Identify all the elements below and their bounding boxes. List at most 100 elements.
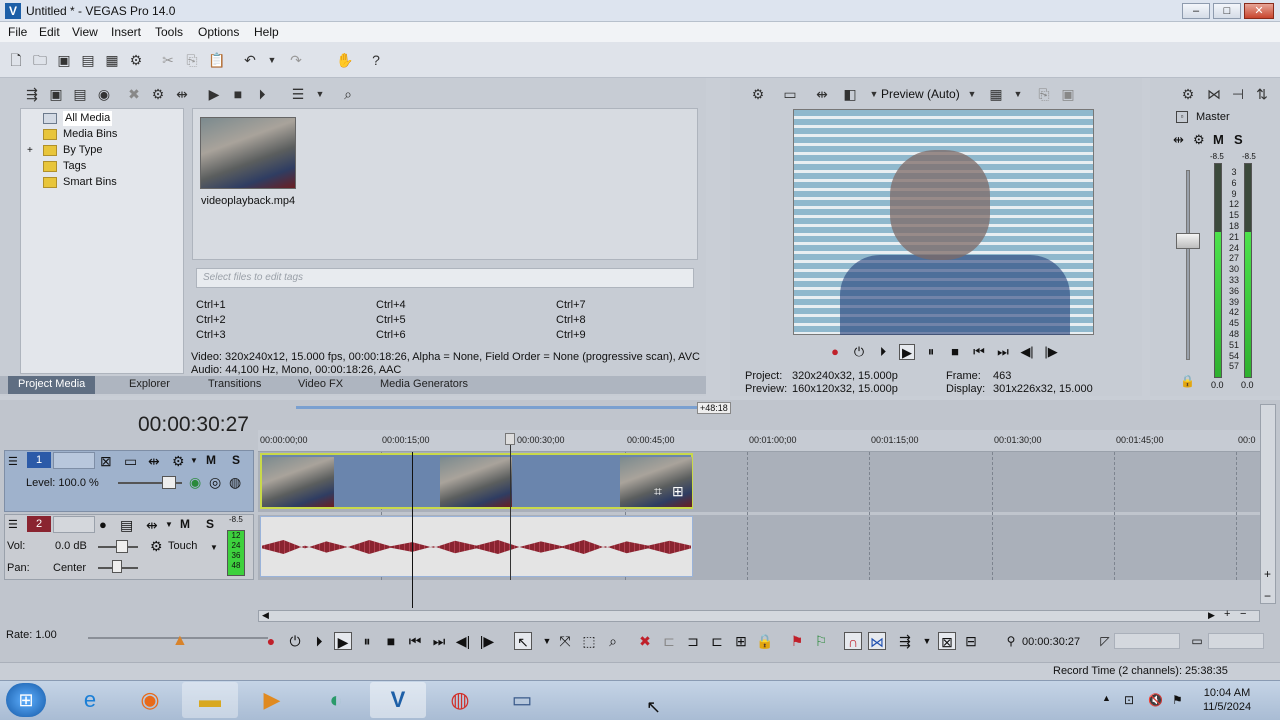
- snapping-icon[interactable]: ∩: [844, 632, 862, 650]
- insert-region-icon[interactable]: ⚐: [812, 632, 830, 650]
- master-mute-button[interactable]: M: [1213, 132, 1224, 147]
- whats-this-help-icon[interactable]: ?: [368, 52, 384, 68]
- go-to-end-icon[interactable]: ⏭: [430, 632, 448, 650]
- automation-mode[interactable]: Touch: [168, 540, 197, 552]
- firefox-icon[interactable]: ◉: [122, 682, 178, 718]
- split-screen-icon[interactable]: ⇹: [814, 86, 830, 102]
- preview-quality-dropdown-icon[interactable]: ▼: [964, 86, 980, 102]
- next-frame-icon[interactable]: |▶: [478, 632, 496, 650]
- network-icon[interactable]: ⊡: [1124, 693, 1134, 707]
- menu-insert[interactable]: Insert: [111, 25, 141, 39]
- master-properties-gear-icon[interactable]: ⚙: [1180, 86, 1196, 102]
- envelope-tool-icon[interactable]: ⤧: [556, 632, 574, 650]
- import-media-icon[interactable]: ⇶: [24, 86, 40, 102]
- save-as-icon[interactable]: ▤: [80, 52, 96, 68]
- chrome-icon[interactable]: ◍: [432, 682, 488, 718]
- master-fx-chain-icon[interactable]: ⇹: [1173, 132, 1184, 148]
- render-icon[interactable]: ▦: [104, 52, 120, 68]
- show-hidden-icons-icon[interactable]: ▲: [1102, 693, 1111, 703]
- vol-slider-knob[interactable]: [116, 540, 128, 553]
- redo-icon[interactable]: ↷: [288, 52, 304, 68]
- playhead-handle[interactable]: [505, 433, 515, 445]
- tag-shortcut[interactable]: Ctrl+5: [376, 314, 406, 326]
- track-gear-icon[interactable]: ⚙: [172, 453, 185, 470]
- trim-icon[interactable]: ⊏: [660, 632, 678, 650]
- media-player-icon[interactable]: ▶: [244, 682, 300, 718]
- menu-view[interactable]: View: [72, 25, 98, 39]
- rate-slider-knob[interactable]: ▲: [172, 630, 188, 652]
- stop-icon[interactable]: ■: [947, 344, 963, 360]
- maximize-button[interactable]: □: [1213, 3, 1241, 19]
- master-solo-button[interactable]: S: [1234, 132, 1243, 147]
- compositing-mode-icon[interactable]: ⊠: [100, 453, 112, 470]
- tab-media-generators[interactable]: Media Generators: [380, 378, 468, 390]
- green-app-icon[interactable]: ◐: [308, 682, 364, 718]
- tag-shortcut[interactable]: Ctrl+4: [376, 299, 406, 311]
- selection-length-field[interactable]: [1114, 633, 1180, 649]
- master-window-icon[interactable]: ▫: [1176, 111, 1188, 123]
- go-to-end-icon[interactable]: ⏭: [995, 344, 1011, 360]
- event-pan-crop-icon[interactable]: ⌗: [654, 483, 662, 500]
- ripple-dropdown-icon[interactable]: ▼: [918, 632, 936, 650]
- selection-end-field[interactable]: [1208, 633, 1264, 649]
- new-file-icon[interactable]: 🗋: [8, 52, 24, 68]
- master-gear-icon[interactable]: ⚙: [1193, 132, 1205, 148]
- file-explorer-icon[interactable]: ▬: [182, 682, 238, 718]
- loop-playback-icon[interactable]: ⏻: [851, 344, 867, 360]
- split-icon[interactable]: ⊞: [732, 632, 750, 650]
- ripple-edit-icon[interactable]: ⇶: [896, 632, 914, 650]
- go-to-start-icon[interactable]: ⏮: [406, 632, 424, 650]
- globe-icon[interactable]: ◉: [96, 86, 112, 102]
- record-icon[interactable]: ●: [262, 632, 280, 650]
- media-file-name[interactable]: videoplayback.mp4: [201, 195, 295, 207]
- views-icon[interactable]: ☰: [290, 86, 306, 102]
- tab-explorer[interactable]: Explorer: [129, 378, 170, 390]
- tag-shortcut[interactable]: Ctrl+9: [556, 329, 586, 341]
- tag-shortcut[interactable]: Ctrl+8: [556, 314, 586, 326]
- internet-explorer-icon[interactable]: e: [62, 682, 118, 718]
- get-media-web-icon[interactable]: ▤: [72, 86, 88, 102]
- menu-options[interactable]: Options: [198, 25, 239, 39]
- external-monitor-icon[interactable]: ▭: [782, 86, 798, 102]
- auto-crossfade-icon[interactable]: ⋈: [868, 632, 886, 650]
- open-folder-icon[interactable]: 🗀: [32, 52, 48, 68]
- trim-end-icon[interactable]: ⊏: [708, 632, 726, 650]
- tag-shortcut[interactable]: Ctrl+7: [556, 299, 586, 311]
- play-icon[interactable]: ▶: [334, 632, 352, 650]
- copy-snapshot-icon[interactable]: ⎘: [1036, 86, 1052, 102]
- tag-shortcut[interactable]: Ctrl+1: [196, 299, 226, 311]
- video-fx-icon[interactable]: ◧: [842, 86, 858, 102]
- tab-project-media[interactable]: Project Media: [8, 376, 96, 394]
- previous-frame-icon[interactable]: ◀|: [454, 632, 472, 650]
- track-expand-icon[interactable]: ☰: [8, 518, 18, 531]
- loop-region-bar[interactable]: [296, 406, 700, 409]
- tag-shortcut[interactable]: Ctrl+2: [196, 314, 226, 326]
- split-icon[interactable]: ⇹: [174, 86, 190, 102]
- loop-playback-icon[interactable]: ⏻: [286, 632, 304, 650]
- pause-icon[interactable]: ⏸: [358, 632, 376, 650]
- track-motion-blur-icon[interactable]: ◍: [229, 474, 241, 491]
- copy-icon[interactable]: ⎘: [184, 52, 200, 68]
- capture-video-icon[interactable]: ▣: [48, 86, 64, 102]
- delete-icon[interactable]: ✖: [636, 632, 654, 650]
- remote-desktop-icon[interactable]: ▭: [494, 682, 550, 718]
- undo-dropdown-icon[interactable]: ▼: [264, 52, 280, 68]
- composite-child-icon[interactable]: ◉: [189, 474, 201, 491]
- stop-icon[interactable]: ■: [382, 632, 400, 650]
- tab-transitions[interactable]: Transitions: [208, 378, 261, 390]
- downmix-icon[interactable]: ⋈: [1206, 86, 1222, 102]
- ignore-grouping-icon[interactable]: ⊟: [962, 632, 980, 650]
- volume-muted-icon[interactable]: 🔇: [1148, 693, 1163, 707]
- level-slider-knob[interactable]: [162, 476, 176, 489]
- scroll-left-icon[interactable]: ◀: [262, 610, 269, 621]
- tutorial-icon[interactable]: ✋: [336, 52, 353, 68]
- track-dropdown-icon[interactable]: ▼: [190, 456, 198, 465]
- pause-icon[interactable]: ⏸: [923, 344, 939, 360]
- trim-start-icon[interactable]: ⊐: [684, 632, 702, 650]
- selection-tool-icon[interactable]: ⬚: [580, 632, 598, 650]
- next-frame-icon[interactable]: |▶: [1043, 344, 1059, 360]
- track-name-field[interactable]: [53, 516, 95, 533]
- play-icon[interactable]: ▶: [899, 344, 915, 360]
- play-icon[interactable]: ▶: [206, 86, 222, 102]
- tag-shortcut[interactable]: Ctrl+6: [376, 329, 406, 341]
